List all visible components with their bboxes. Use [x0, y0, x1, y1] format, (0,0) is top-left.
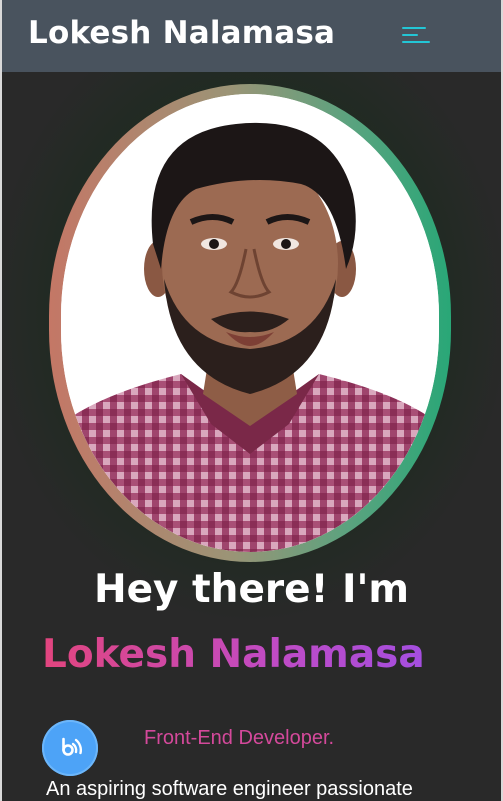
menu-line	[402, 41, 430, 43]
brand-title[interactable]: Lokesh Nalamasa	[28, 15, 335, 51]
contact-fab-icon[interactable]	[42, 720, 98, 776]
avatar-portrait-image	[61, 94, 439, 552]
greeting-heading: Hey there! I'm	[93, 567, 410, 612]
menu-line	[402, 27, 426, 29]
bio-text: An aspiring software engineer passionate	[46, 778, 413, 800]
avatar-frame	[49, 84, 451, 562]
role-text: Front-End Developer.	[144, 727, 335, 749]
hero-section: Hey there! I'm Lokesh Nalamasa Front-End…	[2, 72, 501, 801]
frame-left	[0, 0, 2, 801]
site-header: Lokesh Nalamasa	[2, 0, 501, 72]
menu-line	[402, 34, 418, 36]
hamburger-menu-icon[interactable]	[396, 21, 436, 51]
name-heading: Lokesh Nalamasa	[42, 632, 425, 677]
avatar	[61, 94, 439, 552]
signal-icon	[62, 737, 83, 756]
